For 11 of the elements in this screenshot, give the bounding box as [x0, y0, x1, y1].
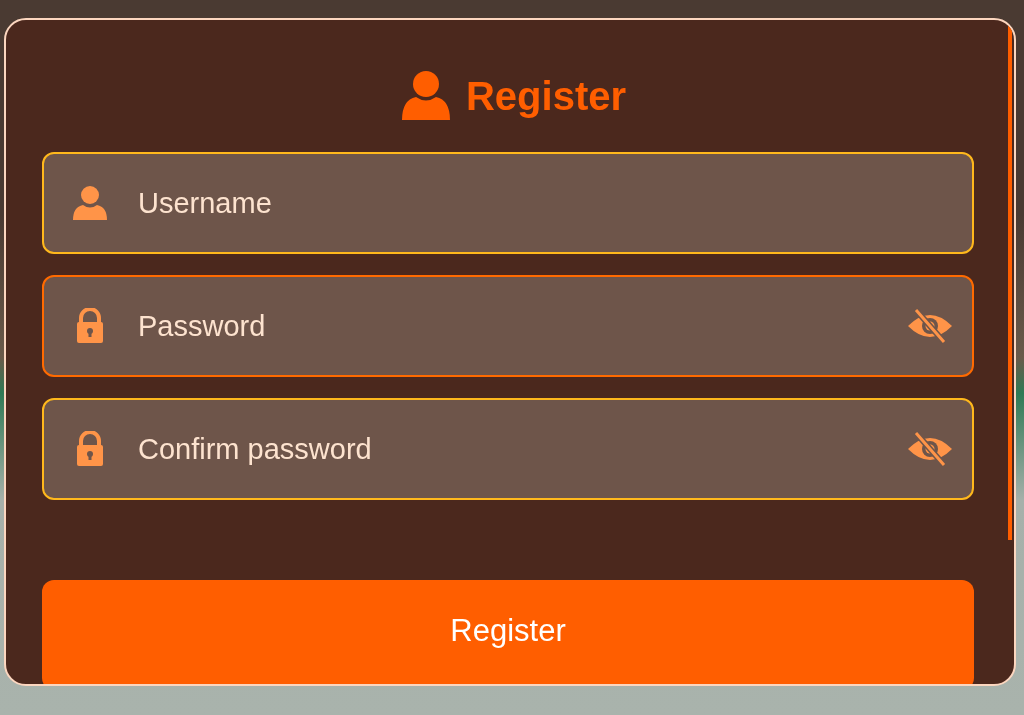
eye-slash-icon[interactable]: [906, 308, 954, 344]
input-field[interactable]: Username: [42, 152, 974, 254]
user-icon: [399, 70, 452, 122]
user-icon: [72, 185, 108, 221]
eye-slash-icon[interactable]: [906, 431, 954, 467]
dialog-title: Register: [465, 73, 627, 119]
lock-icon: [75, 431, 105, 467]
input-field[interactable]: Password: [42, 275, 974, 377]
register-button[interactable]: Register: [42, 580, 974, 684]
input-field[interactable]: Confirm password: [42, 398, 974, 500]
lock-icon: [75, 308, 105, 344]
